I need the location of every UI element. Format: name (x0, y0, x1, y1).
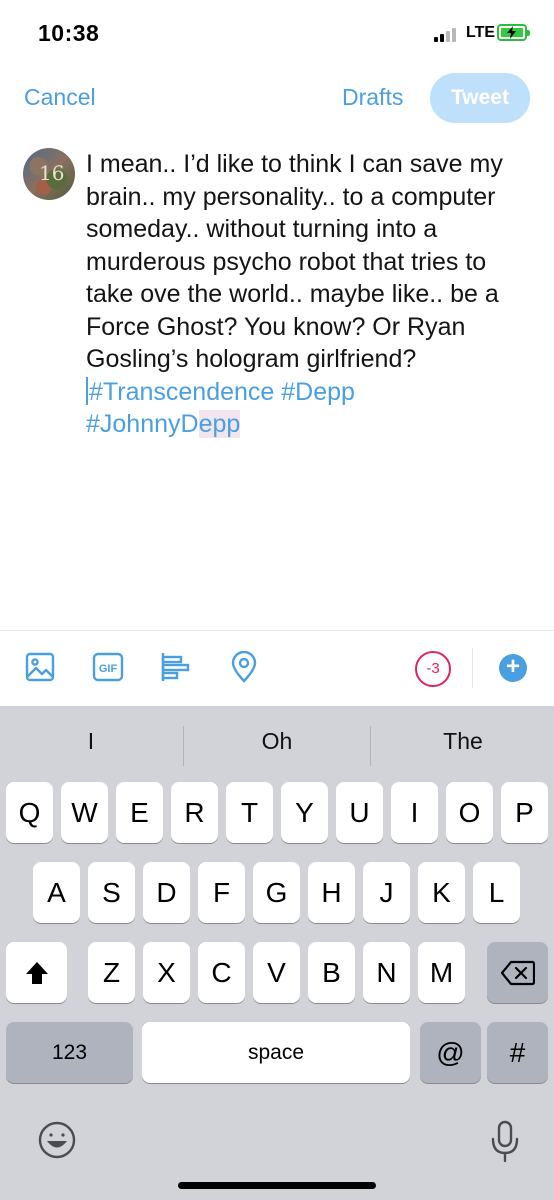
key-h[interactable]: H (308, 862, 355, 923)
key-j[interactable]: J (363, 862, 410, 923)
clock: 10:38 (38, 20, 100, 46)
gif-icon[interactable]: GIF (92, 651, 126, 685)
suggestion-separator (183, 726, 184, 766)
key-s[interactable]: S (88, 862, 135, 923)
key-p[interactable]: P (501, 782, 548, 843)
hashtag-overflow: epp (198, 410, 241, 438)
suggestion-2[interactable]: Oh (186, 728, 368, 755)
avatar[interactable]: 16 (23, 148, 75, 200)
at-key[interactable]: @ (420, 1022, 481, 1083)
hash-key[interactable]: # (487, 1022, 548, 1083)
key-i[interactable]: I (391, 782, 438, 843)
suggestion-3[interactable]: The (372, 728, 554, 755)
delete-key[interactable] (487, 942, 548, 1003)
key-d[interactable]: D (143, 862, 190, 923)
shift-key[interactable] (6, 942, 67, 1003)
toolbar-divider (0, 630, 554, 631)
space-key[interactable]: space (142, 1022, 410, 1083)
key-u[interactable]: U (336, 782, 383, 843)
key-z[interactable]: Z (88, 942, 135, 1003)
suggestion-1[interactable]: I (0, 728, 182, 755)
key-y[interactable]: Y (281, 782, 328, 843)
key-b[interactable]: B (308, 942, 355, 1003)
hashtag-transcendence: #Transcendence (89, 377, 275, 406)
key-v[interactable]: V (253, 942, 300, 1003)
key-g[interactable]: G (253, 862, 300, 923)
emoji-icon[interactable] (37, 1120, 77, 1160)
gif-label: GIF (99, 663, 118, 675)
signal-icon (434, 26, 460, 42)
image-icon[interactable] (24, 651, 58, 685)
poll-icon[interactable] (160, 651, 194, 685)
keyboard: I Oh The Q W E R T Y U I O P A S D F G H… (0, 706, 554, 1200)
location-icon[interactable] (228, 650, 262, 685)
hashtag-depp: #Depp (281, 377, 355, 406)
add-tweet-button[interactable]: + (499, 654, 527, 682)
tweet-text: I mean.. I’d like to think I can save my… (86, 150, 503, 373)
key-m[interactable]: M (418, 942, 465, 1003)
network-type: LTE (466, 24, 496, 41)
key-e[interactable]: E (116, 782, 163, 843)
tweet-button[interactable]: Tweet (430, 73, 530, 123)
character-counter: -3 (415, 651, 451, 687)
avatar-badge: 16 (39, 161, 65, 185)
tweet-composer[interactable]: I mean.. I’d like to think I can save my… (86, 148, 536, 441)
numbers-key[interactable]: 123 (6, 1022, 133, 1083)
key-w[interactable]: W (61, 782, 108, 843)
hashtag-johnnydepp: #JohnnyD (86, 410, 199, 438)
key-c[interactable]: C (198, 942, 245, 1003)
backspace-icon (500, 960, 535, 986)
key-n[interactable]: N (363, 942, 410, 1003)
toolbar-separator (472, 648, 473, 688)
suggestion-separator (370, 726, 371, 766)
key-f[interactable]: F (198, 862, 245, 923)
key-o[interactable]: O (446, 782, 493, 843)
cancel-button[interactable]: Cancel (24, 84, 96, 111)
home-indicator (178, 1182, 376, 1189)
key-r[interactable]: R (171, 782, 218, 843)
status-bar: 10:38 LTE (0, 0, 554, 64)
text-cursor (86, 376, 88, 405)
key-t[interactable]: T (226, 782, 273, 843)
key-q[interactable]: Q (6, 782, 53, 843)
key-x[interactable]: X (143, 942, 190, 1003)
key-k[interactable]: K (418, 862, 465, 923)
microphone-icon[interactable] (490, 1120, 520, 1164)
key-l[interactable]: L (473, 862, 520, 923)
key-a[interactable]: A (33, 862, 80, 923)
drafts-button[interactable]: Drafts (342, 84, 403, 111)
shift-icon (25, 962, 48, 984)
battery-icon (497, 24, 530, 41)
